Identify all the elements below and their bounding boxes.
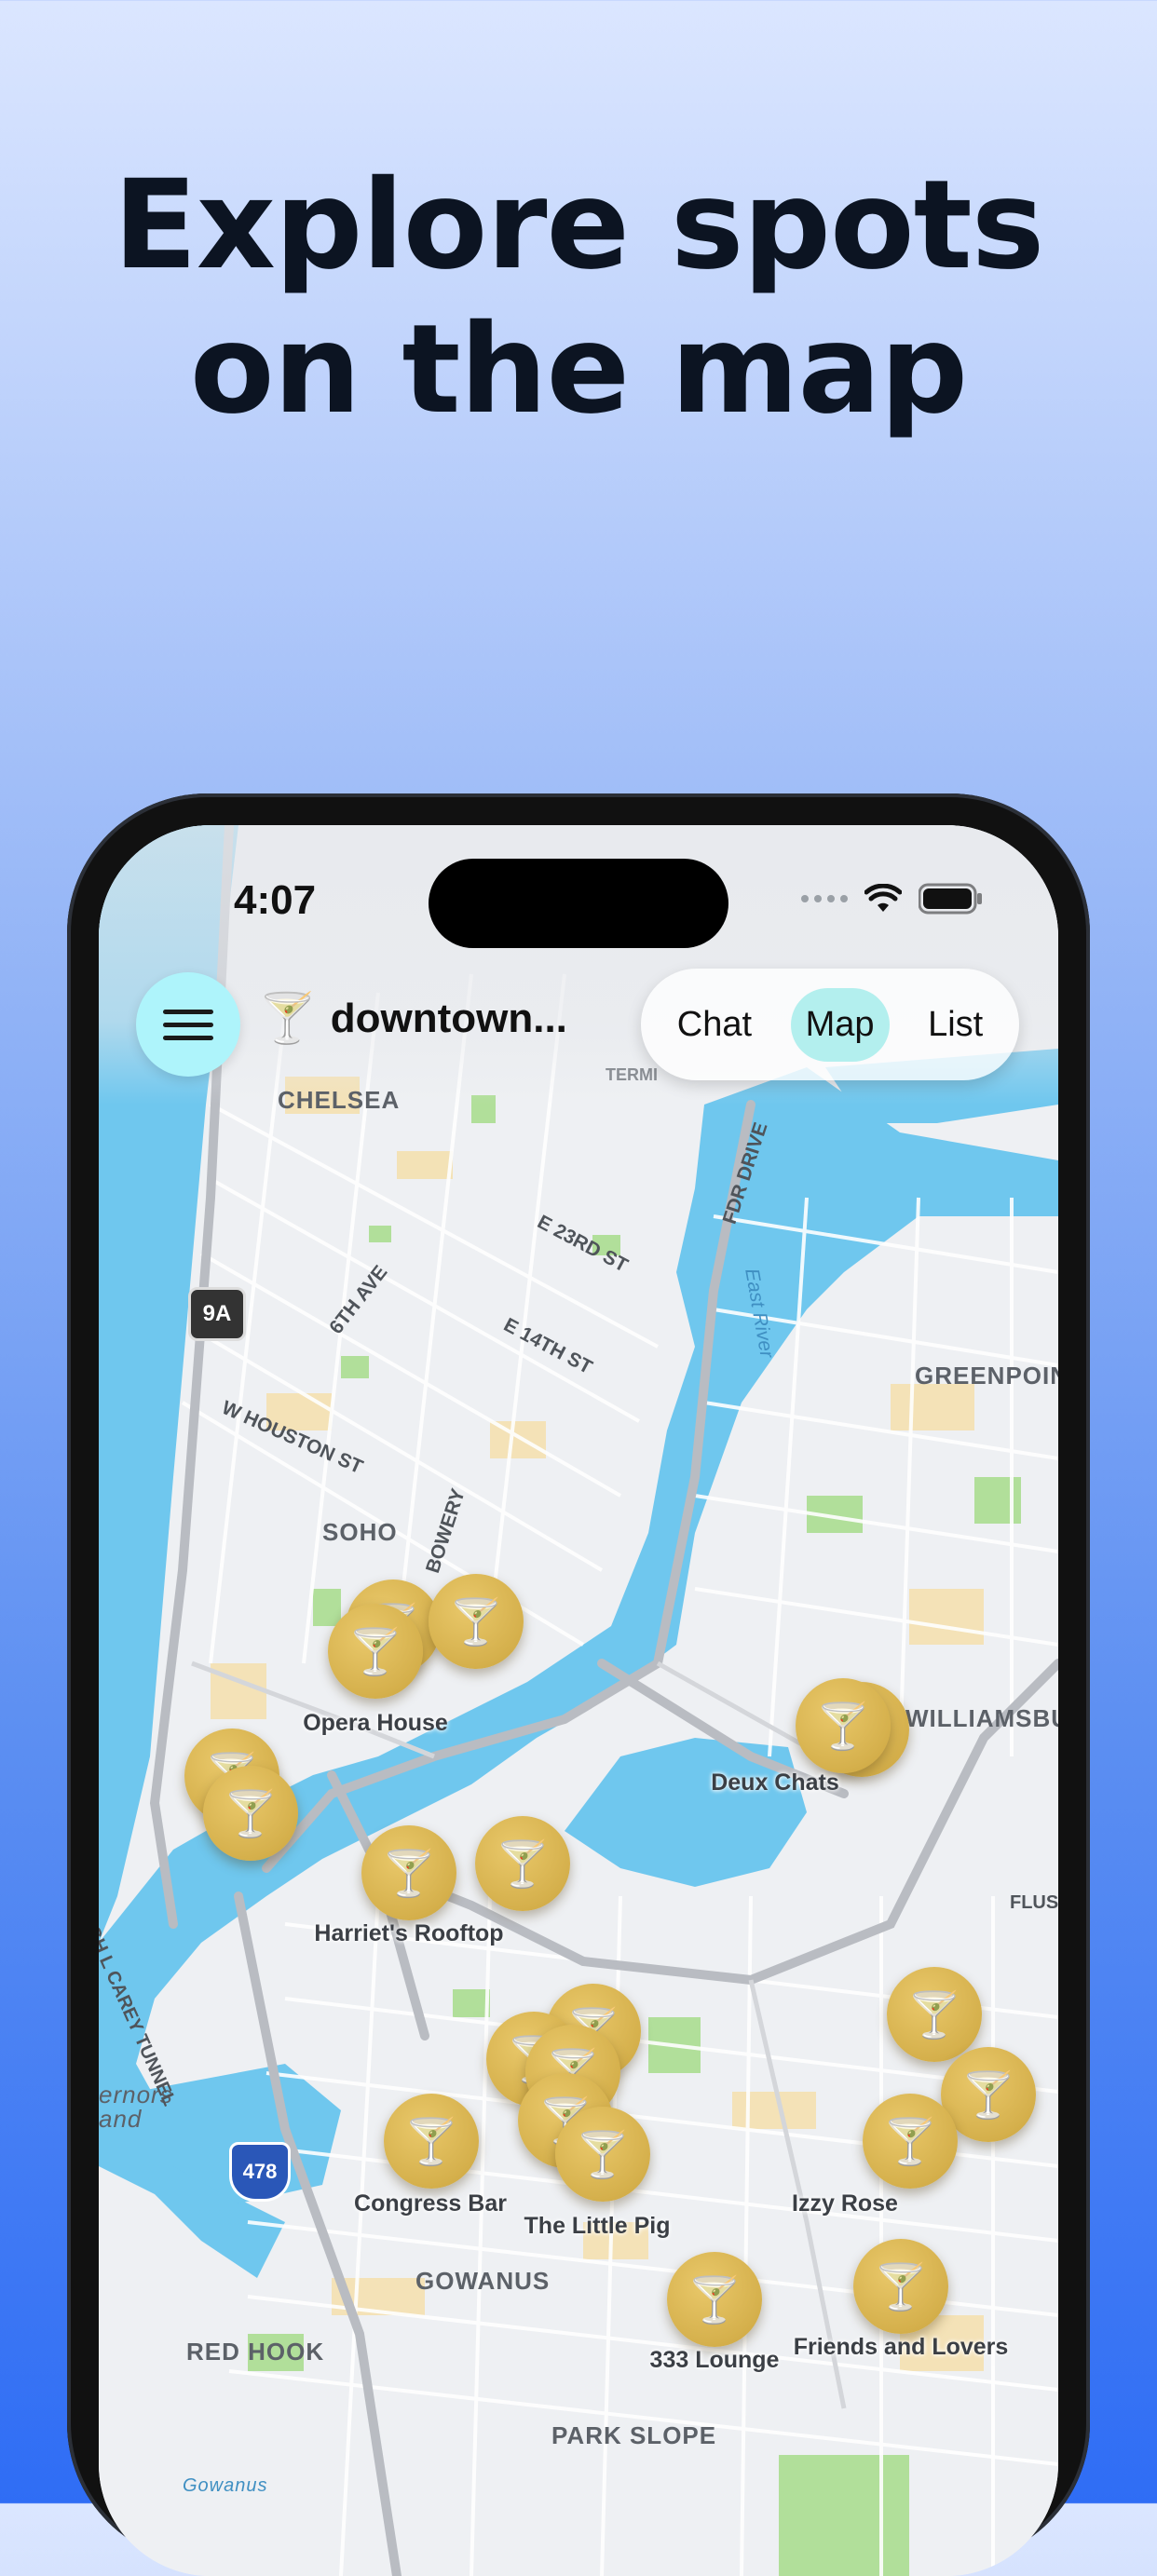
venue-pin[interactable]: 🍸 — [863, 2094, 958, 2189]
tab-chat[interactable]: Chat — [662, 988, 767, 1062]
headline: Explore spots on the map — [0, 154, 1157, 442]
venue-label[interactable]: Harriet's Rooftop — [314, 1920, 503, 1947]
venue-pin[interactable]: 🍸 — [328, 1604, 423, 1699]
dynamic-island — [429, 859, 728, 948]
tab-map[interactable]: Map — [790, 987, 890, 1062]
neighborhood-label: CHELSEA — [278, 1086, 401, 1114]
street-label: FLUS — [1010, 1892, 1058, 1913]
view-switcher: Chat Map List — [641, 969, 1019, 1080]
battery-icon — [919, 883, 982, 915]
headline-line-1: Explore spots — [113, 154, 1045, 297]
status-icons — [801, 883, 984, 915]
neighborhood-label: PARK SLOPE — [551, 2421, 717, 2449]
venue-label[interactable]: 333 Lounge — [650, 2347, 780, 2374]
menu-button[interactable] — [136, 972, 240, 1077]
headline-line-2: on the map — [189, 298, 968, 441]
venue-pin[interactable]: 🍸 — [429, 1574, 524, 1669]
venue-pin[interactable]: 🍸 — [384, 2094, 479, 2189]
phone-frame: CHELSEA SOHO GREENPOINT WILLIAMSBU GOWAN… — [67, 793, 1090, 2576]
phone-screen: CHELSEA SOHO GREENPOINT WILLIAMSBU GOWAN… — [99, 825, 1058, 2576]
venue-label[interactable]: The Little Pig — [524, 2213, 671, 2240]
venue-label[interactable]: Friends and Lovers — [794, 2334, 1009, 2361]
neighborhood-label: WILLIAMSBU — [905, 1704, 1058, 1732]
collection-title-text: downtown... — [330, 996, 567, 1041]
venue-pin[interactable]: 🍸 — [203, 1766, 298, 1861]
route-shield-9a: 9A — [188, 1287, 246, 1341]
neighborhood-label: and — [99, 2105, 143, 2133]
venue-pin[interactable]: 🍸 — [796, 1678, 891, 1773]
venue-pin[interactable]: 🍸 — [361, 1825, 456, 1920]
venue-pin[interactable]: 🍸 — [667, 2252, 762, 2347]
collection-title[interactable]: 🍸 downtown... — [257, 991, 567, 1047]
venue-label[interactable]: Deux Chats — [711, 1769, 839, 1796]
venue-pin[interactable]: 🍸 — [887, 1967, 982, 2062]
venue-label[interactable]: Opera House — [303, 1710, 448, 1737]
water-label: Gowanus — [183, 2475, 268, 2496]
venue-pin[interactable]: 🍸 — [853, 2239, 948, 2334]
neighborhood-label: GREENPOINT — [915, 1362, 1058, 1390]
venue-pin[interactable]: 🍸 — [555, 2107, 650, 2202]
street-label: TERMI — [606, 1065, 658, 1084]
cellular-signal-icon — [801, 895, 848, 902]
status-time: 4:07 — [234, 877, 317, 923]
hamburger-icon — [163, 1009, 213, 1014]
venue-pin[interactable]: 🍸 — [475, 1816, 570, 1911]
venue-label[interactable]: Izzy Rose — [792, 2190, 898, 2217]
venue-label[interactable]: Congress Bar — [354, 2190, 507, 2217]
tab-list[interactable]: List — [913, 988, 998, 1062]
cocktail-glass-icon: 🍸 — [257, 992, 318, 1046]
interstate-shield-478: 478 — [229, 2142, 291, 2202]
wifi-icon — [864, 884, 902, 912]
neighborhood-label: GOWANUS — [415, 2267, 551, 2295]
neighborhood-label: SOHO — [322, 1518, 398, 1546]
neighborhood-label: RED HOOK — [186, 2338, 325, 2366]
